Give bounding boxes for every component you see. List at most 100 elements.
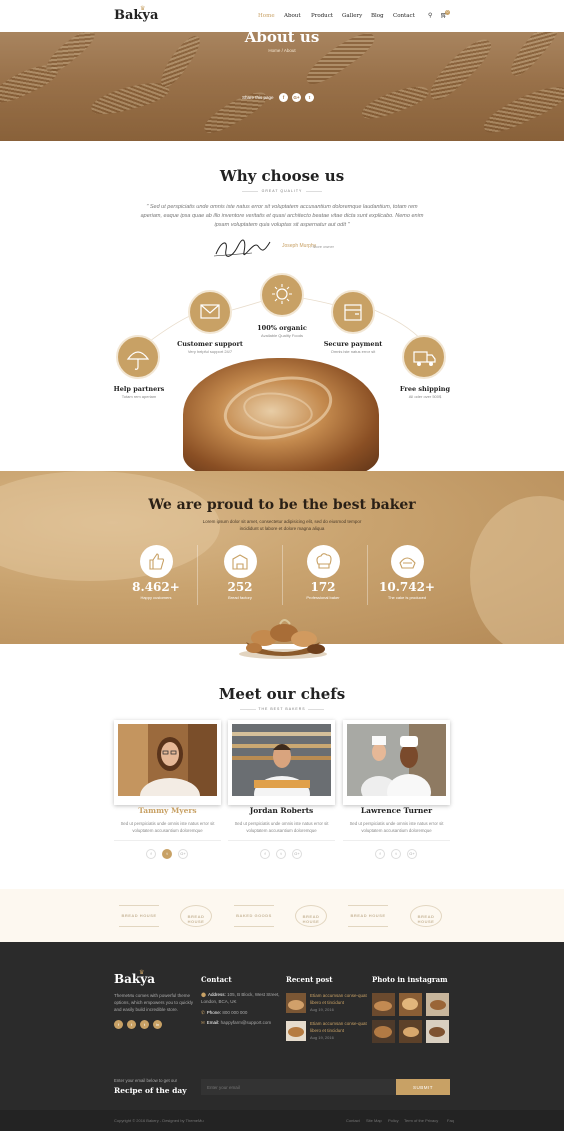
- crown-icon: ♛: [139, 970, 145, 976]
- feature-title: 100% organic: [257, 324, 307, 332]
- stat-number: 8.462+: [132, 580, 180, 594]
- nav-blog[interactable]: Blog: [371, 13, 384, 19]
- brand-logo[interactable]: BAKED GOODS: [234, 905, 274, 927]
- contact-heading: Contact: [201, 975, 232, 984]
- nav-about[interactable]: About: [284, 13, 301, 19]
- twitter-icon[interactable]: t: [127, 1020, 136, 1029]
- twitter-icon[interactable]: t: [276, 849, 286, 859]
- feature-desc: Totam rem aperiam: [121, 394, 157, 399]
- chef-card[interactable]: [343, 720, 450, 810]
- stat-number: 10.742+: [379, 580, 435, 594]
- footer-about: ThemeMu comes with powerful theme option…: [114, 993, 194, 1012]
- contact-address: ⬤ Address: 105, B Block, West Street, Lon…: [201, 992, 280, 1004]
- brand-logo[interactable]: BREAD HOUSE: [295, 905, 327, 927]
- chef-desc: Sed ut perspiciatis unde omnis iste natu…: [234, 821, 329, 833]
- instagram-photo[interactable]: [426, 993, 449, 1016]
- feature-title: Free shipping: [399, 385, 451, 393]
- post-thumbnail[interactable]: [286, 993, 306, 1013]
- chef-name[interactable]: Tammy Myers: [114, 806, 221, 815]
- stat-number: 252: [227, 580, 253, 594]
- footer-link-policy[interactable]: Policy: [388, 1118, 399, 1123]
- nav-contact[interactable]: Contact: [393, 13, 415, 19]
- footer-link-contact[interactable]: Contact: [346, 1118, 360, 1123]
- brand-logo[interactable]: BREAD HOUSE: [180, 905, 212, 927]
- post-title[interactable]: Etiam accumsan conse-quat libero et tinc…: [310, 993, 370, 1006]
- cart-count-badge: 0: [445, 10, 450, 15]
- breadcrumb[interactable]: Home / About: [0, 48, 564, 53]
- brand-logo[interactable]: BREAD HOUSE: [348, 905, 388, 927]
- post-thumbnail[interactable]: [286, 1021, 306, 1041]
- footer-bottom-bar: [0, 1110, 564, 1131]
- twitter-icon[interactable]: t: [162, 849, 172, 859]
- feature-desc: Very helpful support 24/7: [187, 349, 233, 354]
- footer-logo[interactable]: Bakya: [114, 972, 155, 986]
- stat-label: Professional baker: [306, 595, 340, 600]
- proud-title: We are proud to be the best baker: [148, 497, 416, 513]
- bread-basket-image: [239, 619, 327, 659]
- post-date: Aug 19, 2016: [310, 1035, 334, 1040]
- google-plus-icon[interactable]: G+: [292, 849, 302, 859]
- nav-home[interactable]: Home: [258, 13, 275, 19]
- google-plus-icon[interactable]: G+: [407, 849, 417, 859]
- stat-number: 172: [310, 580, 336, 594]
- chefs-subtitle: THE BEST BAKERS: [258, 707, 306, 711]
- instagram-photo[interactable]: [372, 1020, 395, 1043]
- mail-icon: ✉: [201, 1020, 205, 1025]
- chef-photo: [232, 724, 331, 812]
- instagram-photo[interactable]: [426, 1020, 449, 1043]
- brand-logo[interactable]: BREAD HOUSE: [119, 905, 159, 927]
- twitter-icon[interactable]: t: [305, 93, 314, 102]
- instagram-photo[interactable]: [399, 1020, 422, 1043]
- page-title: About us: [244, 28, 320, 46]
- chef-card[interactable]: [114, 720, 221, 814]
- google-plus-icon[interactable]: G+: [178, 849, 188, 859]
- brand-logo[interactable]: BREAD HOUSE: [410, 905, 442, 927]
- stat-circle: [224, 545, 257, 578]
- stat-label: The cake is produced: [387, 595, 427, 600]
- chefs-title: Meet our chefs: [218, 685, 346, 703]
- thumbs-up-icon: [149, 553, 165, 570]
- factory-icon: [232, 554, 248, 570]
- stat-label: Happy customers: [140, 595, 172, 600]
- facebook-icon[interactable]: f: [375, 849, 385, 859]
- chef-name[interactable]: Lawrence Turner: [343, 806, 450, 815]
- feature-free-shipping: [402, 335, 446, 379]
- footer-link-privacy[interactable]: Term of the Privacy: [404, 1118, 438, 1123]
- wallet-icon: [344, 304, 362, 321]
- nav-gallery[interactable]: Gallery: [342, 13, 362, 19]
- facebook-icon[interactable]: f: [146, 849, 156, 859]
- facebook-icon[interactable]: f: [260, 849, 270, 859]
- instagram-photo[interactable]: [399, 993, 422, 1016]
- feature-title: Help partners: [113, 385, 165, 393]
- twitter-icon[interactable]: t: [391, 849, 401, 859]
- contact-email[interactable]: ✉ Email: happyfarm@support.com: [201, 1020, 281, 1027]
- search-icon[interactable]: ⚲: [428, 12, 432, 19]
- contact-phone: ✆ Phone: 800 000 000: [201, 1010, 248, 1015]
- post-date: Aug 19, 2016: [310, 1007, 334, 1012]
- newsletter-email-input[interactable]: [201, 1079, 396, 1095]
- stat-circle: [391, 545, 424, 578]
- chef-card[interactable]: [228, 720, 335, 812]
- linkedin-icon[interactable]: in: [153, 1020, 162, 1029]
- author-role: - Store owner: [310, 244, 335, 249]
- facebook-icon[interactable]: f: [114, 1020, 123, 1029]
- chef-photo: [347, 724, 446, 810]
- feature-desc: All oder over 500$: [408, 394, 442, 399]
- nav-product[interactable]: Product: [311, 13, 333, 19]
- stat-circle: [140, 545, 173, 578]
- logo[interactable]: Bakya: [114, 8, 158, 23]
- facebook-icon[interactable]: f: [279, 93, 288, 102]
- stat-circle: [307, 545, 340, 578]
- footer-link-faq[interactable]: Faq: [447, 1118, 454, 1123]
- newsletter-submit-button[interactable]: SUBMIT: [396, 1079, 450, 1095]
- instagram-photo[interactable]: [372, 993, 395, 1016]
- feature-help-partners: [116, 335, 160, 379]
- post-title[interactable]: Etiam accumsan conse-quat libero et tinc…: [310, 1021, 370, 1034]
- newsletter-label: Enter your email below to get our: [114, 1078, 178, 1083]
- google-plus-icon[interactable]: G+: [292, 93, 301, 102]
- truck-icon: [413, 351, 436, 366]
- footer-link-sitemap[interactable]: Site Map: [366, 1118, 382, 1123]
- feature-desc: Available Quality Foods: [261, 333, 303, 338]
- chef-name[interactable]: Jordan Roberts: [228, 806, 335, 815]
- tumblr-icon[interactable]: t: [140, 1020, 149, 1029]
